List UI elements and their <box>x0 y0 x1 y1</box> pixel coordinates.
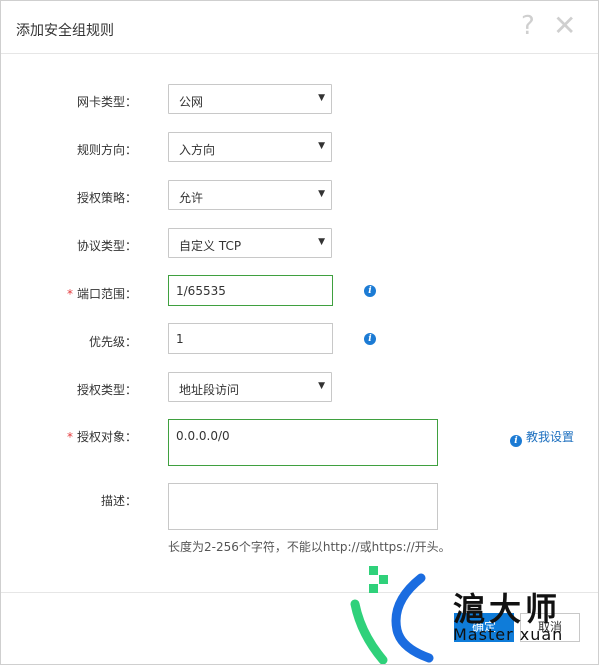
question-icon[interactable]: ? <box>521 11 535 41</box>
direction-select[interactable]: 入方向 ▼ <box>168 132 332 162</box>
auth-object-label-text: 授权对象： <box>76 430 137 444</box>
protocol-label: 协议类型： <box>76 239 137 253</box>
dropdown-arrow-icon: ▼ <box>318 93 325 103</box>
watermark-subtext: Master xuan <box>453 625 564 644</box>
priority-value: 1 <box>176 332 184 346</box>
protocol-select[interactable]: 自定义 TCP ▼ <box>168 228 332 258</box>
info-icon[interactable]: i <box>364 285 376 297</box>
dropdown-arrow-icon: ▼ <box>318 141 325 151</box>
nic-type-select[interactable]: 公网 ▼ <box>168 84 332 114</box>
info-icon: i <box>510 435 522 447</box>
required-mark: * <box>66 287 73 301</box>
protocol-value: 自定义 TCP <box>179 239 242 253</box>
description-hint: 长度为2-256个字符，不能以http://或https://开头。 <box>168 540 451 554</box>
direction-label: 规则方向： <box>76 143 137 157</box>
description-textarea[interactable] <box>168 483 438 530</box>
policy-value: 允许 <box>179 191 204 205</box>
dropdown-arrow-icon: ▼ <box>318 381 325 391</box>
nic-type-value: 公网 <box>179 95 204 109</box>
auth-type-label: 授权类型： <box>76 383 137 397</box>
policy-label: 授权策略： <box>76 191 137 205</box>
direction-value: 入方向 <box>179 143 216 157</box>
auth-type-select[interactable]: 地址段访问 ▼ <box>168 372 332 402</box>
info-icon[interactable]: i <box>364 333 376 345</box>
port-range-label-text: 端口范围： <box>76 287 137 301</box>
required-mark: * <box>66 430 73 444</box>
dropdown-arrow-icon: ▼ <box>318 189 325 199</box>
priority-input[interactable]: 1 <box>168 323 333 354</box>
priority-label: 优先级： <box>88 335 137 349</box>
port-range-value: 1/65535 <box>176 284 226 298</box>
policy-select[interactable]: 允许 ▼ <box>168 180 332 210</box>
nic-type-label: 网卡类型： <box>76 95 137 109</box>
close-icon[interactable]: ✕ <box>553 11 576 41</box>
auth-object-value: 0.0.0.0/0 <box>176 429 230 443</box>
dialog-header: 添加安全组规则 ? ✕ <box>1 1 598 54</box>
watermark-text: 滬大师 <box>453 590 562 628</box>
description-label: 描述： <box>100 494 137 508</box>
port-range-label: * 端口范围： <box>1 285 137 302</box>
teach-me-setup-link[interactable]: i 教我设置 <box>510 428 574 447</box>
auth-type-value: 地址段访问 <box>179 383 240 397</box>
teach-me-setup-text: 教我设置 <box>526 430 575 444</box>
dialog-title: 添加安全组规则 <box>16 23 114 39</box>
port-range-input[interactable]: 1/65535 <box>168 275 333 306</box>
watermark-logo-icon <box>350 566 434 664</box>
auth-object-textarea[interactable]: 0.0.0.0/0 <box>168 419 438 466</box>
dropdown-arrow-icon: ▼ <box>318 237 325 247</box>
add-security-group-rule-dialog: 添加安全组规则 ? ✕ 网卡类型： 公网 ▼ 规则方向： 入方向 ▼ 授权策略：… <box>0 0 599 665</box>
auth-object-label: * 授权对象： <box>1 428 137 445</box>
